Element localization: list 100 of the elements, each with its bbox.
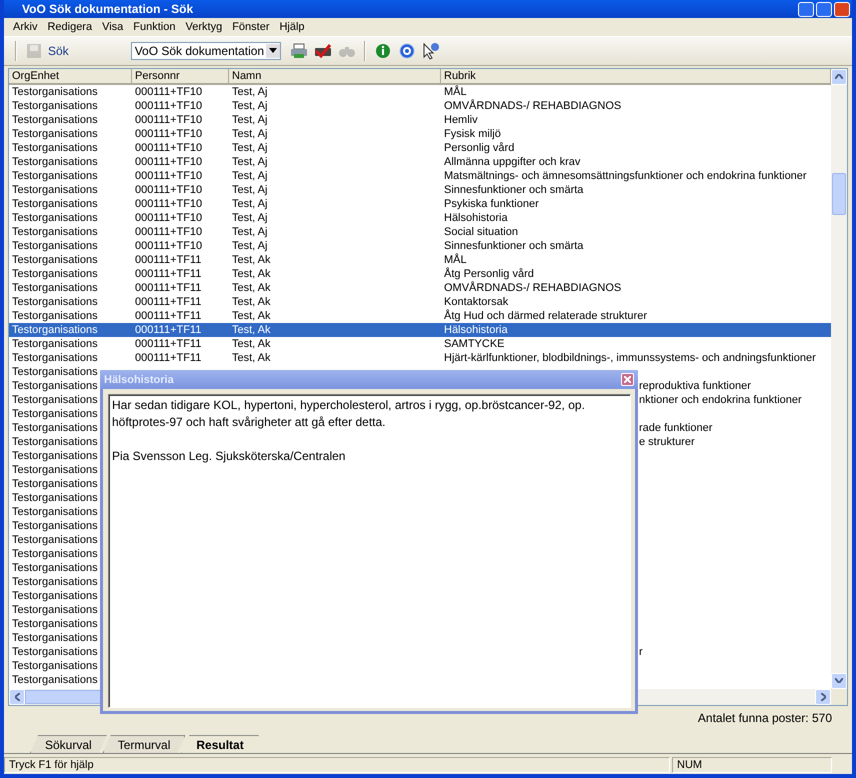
close-button[interactable]	[621, 373, 634, 386]
table-cell: Testorganisations	[12, 266, 98, 281]
menu-item[interactable]: Hjälp	[274, 20, 310, 33]
scroll-up-button[interactable]	[831, 68, 847, 85]
paragraph: Pia Svensson Leg. Sjuksköterska/Centralen	[112, 448, 346, 465]
column-header[interactable]: OrgEnhet	[9, 68, 132, 85]
table-cell: Testorganisations	[12, 350, 98, 365]
table-cell: Åtg Personlig vård	[444, 266, 534, 281]
table-cell: Testorganisations	[12, 504, 98, 519]
table-cell: Kontaktorsak	[444, 294, 508, 309]
table-row[interactable]: Testorganisations 000111+TF11 Test, Ak Kontaktorsak	[9, 294, 831, 309]
table-cell: Testorganisations	[12, 476, 98, 491]
table-cell: Testorganisations	[12, 532, 98, 547]
minimize-button[interactable]	[798, 2, 814, 16]
scroll-left-button[interactable]	[9, 688, 25, 705]
table-cell: Testorganisations	[12, 238, 98, 253]
table-cell: Testorganisations	[12, 336, 98, 351]
window-title: VoO Sök dokumentation - Sök	[21, 2, 194, 16]
table-row[interactable]: Testorganisations 000111+TF10 Test, Aj Sinnesfunktioner och smärta	[9, 238, 831, 253]
table-cell: 000111+TF10	[135, 112, 202, 127]
table-cell: Hälsohistoria	[444, 210, 508, 225]
profile-dropdown[interactable]: VoO Sök dokumentation	[130, 42, 281, 60]
table-cell: Test, Aj	[232, 210, 268, 225]
table-row[interactable]: Testorganisations 000111+TF10 Test, Aj Fysisk miljö	[9, 126, 831, 141]
table-row[interactable]: Testorganisations 000111+TF10 Test, Aj Psykiska funktioner	[9, 196, 831, 211]
printer-icon[interactable]	[288, 40, 309, 61]
table-cell: Testorganisations	[12, 602, 98, 617]
menu-item[interactable]: Visa	[97, 20, 128, 33]
table-cell: Social situation	[444, 224, 518, 239]
table-row[interactable]: Testorganisations 000111+TF10 Test, Aj OMVÅRDNADS-/ REHABDIAGNOS	[9, 98, 831, 113]
menu-item[interactable]: Verktyg	[180, 20, 228, 33]
table-row[interactable]: Testorganisations 000111+TF11 Test, Ak Hälsohistoria	[9, 322, 831, 337]
table-cell: Testorganisations	[12, 588, 98, 603]
table-row[interactable]: Testorganisations 000111+TF10 Test, Aj Allmänna uppgifter och krav	[9, 154, 831, 169]
table-cell: Test, Aj	[232, 126, 268, 141]
table-row[interactable]: Testorganisations 000111+TF10 Test, Aj Personlig vård	[9, 140, 831, 155]
table-cell: Test, Ak	[232, 308, 271, 323]
popup-title: Hälsohistoria	[104, 374, 174, 386]
table-cell: Test, Ak	[232, 350, 271, 365]
table-cell: Sinnesfunktioner och smärta	[444, 238, 584, 253]
table-cell: Testorganisations	[12, 378, 98, 393]
table-row[interactable]: Testorganisations 000111+TF10 Test, Aj MÅL	[9, 84, 831, 99]
table-cell: Test, Aj	[232, 112, 268, 127]
tab[interactable]: Termurval	[102, 735, 186, 754]
table-row[interactable]: Testorganisations 000111+TF11 Test, Ak Hjärt-kärlfunktioner, blodbildnings-, immunssystems- och andningsfunktioner	[9, 350, 831, 365]
table-cell: Test, Ak	[232, 336, 271, 351]
table-cell: Testorganisations	[12, 182, 98, 197]
table-row[interactable]: Testorganisations 000111+TF11 Test, Ak OMVÅRDNADS-/ REHABDIAGNOS	[9, 280, 831, 295]
table-row[interactable]: Testorganisations 000111+TF11 Test, Ak Åtg Hud och därmed relaterade strukturer	[9, 308, 831, 323]
table-cell: 000111+TF10	[135, 238, 202, 253]
table-row[interactable]: Testorganisations 000111+TF11 Test, Ak SAMTYCKE	[9, 336, 831, 351]
table-cell: 000111+TF10	[135, 182, 202, 197]
chevron-right-icon	[820, 692, 826, 701]
table-row[interactable]: Testorganisations 000111+TF11 Test, Ak Åtg Personlig vård	[9, 266, 831, 281]
table-row[interactable]: Testorganisations 000111+TF10 Test, Aj Social situation	[9, 224, 831, 239]
column-header[interactable]: Personnr	[132, 68, 229, 85]
scroll-down-button[interactable]	[831, 672, 847, 689]
scrollbar-corner	[831, 688, 847, 705]
table-cell: 000111+TF11	[135, 350, 202, 365]
toolbar-label: Sök	[48, 44, 69, 58]
menu-item[interactable]: Arkiv	[8, 20, 42, 33]
table-cell: Testorganisations	[12, 98, 98, 113]
tab[interactable]: Sökurval	[30, 735, 107, 754]
table-row[interactable]: Testorganisations 000111+TF10 Test, Aj Sinnesfunktioner och smärta	[9, 182, 831, 197]
pointer-question-icon[interactable]	[420, 40, 441, 61]
table-row[interactable]: Testorganisations 000111+TF11 Test, Ak MÅL	[9, 252, 831, 267]
scroll-thumb[interactable]	[832, 172, 846, 215]
vertical-scrollbar[interactable]	[831, 68, 847, 689]
text-area[interactable]: Har sedan tidigare KOL, hypertoni, hypercholesterol, artros i rygg, op.bröstcancer-92, op. höftprotes-97 och haft svårigheter att gå efter detta. Pia Svensson Leg. Sjuksköterska/Centralen	[108, 394, 631, 708]
table-cell: Testorganisations	[12, 308, 98, 323]
table-cell: Testorganisations	[12, 518, 98, 533]
column-header[interactable]: Rubrik	[441, 68, 831, 85]
table-row[interactable]: Testorganisations 000111+TF10 Test, Aj Hemliv	[9, 112, 831, 127]
table-cell: Testorganisations	[12, 112, 98, 127]
table-cell: Sinnesfunktioner och smärta	[444, 182, 584, 197]
table-cell: Hälsohistoria	[444, 322, 508, 337]
help-icon[interactable]	[396, 40, 417, 61]
table-cell: Test, Aj	[232, 140, 268, 155]
table-cell: r	[639, 644, 643, 659]
maximize-button[interactable]	[816, 2, 832, 16]
close-icon	[624, 376, 631, 383]
menu-item[interactable]: Fönster	[227, 20, 274, 33]
close-button[interactable]	[834, 2, 850, 16]
table-cell: Testorganisations	[12, 168, 98, 183]
table-cell: Testorganisations	[12, 462, 98, 477]
column-header[interactable]: Namn	[229, 68, 441, 85]
table-cell: Test, Aj	[232, 196, 268, 211]
table-cell: Testorganisations	[12, 126, 98, 141]
table-cell: 000111+TF10	[135, 140, 202, 155]
menu-item[interactable]: Redigera	[42, 20, 98, 33]
scroll-right-button[interactable]	[815, 688, 831, 705]
table-cell: Fysisk miljö	[444, 126, 501, 141]
table-cell: Test, Aj	[232, 238, 268, 253]
table-cell: Testorganisations	[12, 210, 98, 225]
menu-item[interactable]: Funktion	[128, 20, 180, 33]
table-row[interactable]: Testorganisations 000111+TF10 Test, Aj Matsmältnings- och ämnesomsättningsfunktioner och endokrina funktioner	[9, 168, 831, 183]
tab[interactable]: Resultat	[181, 735, 259, 754]
table-row[interactable]: Testorganisations 000111+TF10 Test, Aj Hälsohistoria	[9, 210, 831, 225]
chevron-left-icon	[14, 692, 20, 701]
table-cell: Testorganisations	[12, 196, 98, 211]
